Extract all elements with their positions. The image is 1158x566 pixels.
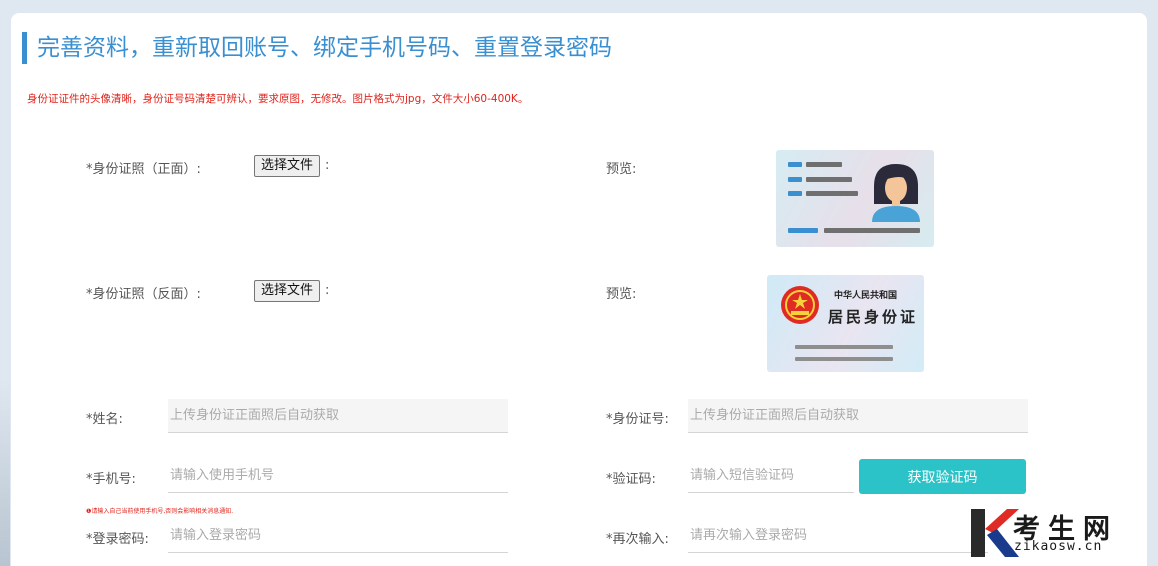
id-back-line2: 居民身份证 xyxy=(828,308,919,326)
phone-label: *手机号: xyxy=(86,472,136,487)
name-label: *姓名: xyxy=(86,412,123,427)
phone-input[interactable] xyxy=(168,459,508,493)
id-front-preview-image xyxy=(776,150,934,247)
upload-notice: 身份证证件的头像清晰，身份证号码清楚可辨认，要求原图，无修改。图片格式为jpg，… xyxy=(27,93,529,105)
repeat-password-label: *再次输入: xyxy=(606,532,669,547)
file-name-front: : xyxy=(325,158,330,173)
sms-code-input[interactable] xyxy=(688,459,854,493)
id-back-line1: 中华人民共和国 xyxy=(834,291,898,301)
file-name-back: : xyxy=(325,283,330,298)
id-back-preview-image: 中华人民共和国 居民身份证 xyxy=(767,275,924,372)
id-number-label: *身份证号: xyxy=(606,412,669,427)
preview-back-label: 预览: xyxy=(606,287,637,302)
choose-file-front-button[interactable]: 选择文件 xyxy=(254,155,321,177)
code-label: *验证码: xyxy=(606,472,656,487)
repeat-password-input[interactable] xyxy=(688,519,988,553)
phone-hint: ❶请输入自己当前使用手机号,否则会影响相关消息通知. xyxy=(86,508,234,515)
id-back-label: *身份证照（反面）: xyxy=(86,287,201,302)
get-code-button[interactable]: 获取验证码 xyxy=(859,459,1026,494)
page-title: 完善资料，重新取回账号、绑定手机号码、重置登录密码 xyxy=(22,32,612,64)
id-front-label: *身份证照（正面）: xyxy=(86,162,201,177)
password-label: *登录密码: xyxy=(86,532,149,547)
id-number-input[interactable] xyxy=(688,399,1028,433)
name-input[interactable] xyxy=(168,399,508,433)
page-background xyxy=(0,380,10,566)
site-watermark: 考生网 zikaosw.cn xyxy=(967,505,1157,565)
id-card-front-illustration xyxy=(788,162,920,233)
preview-front-label: 预览: xyxy=(606,162,637,177)
password-input[interactable] xyxy=(168,519,508,553)
choose-file-back-button[interactable]: 选择文件 xyxy=(254,280,321,302)
watermark-en: zikaosw.cn xyxy=(1014,539,1103,554)
